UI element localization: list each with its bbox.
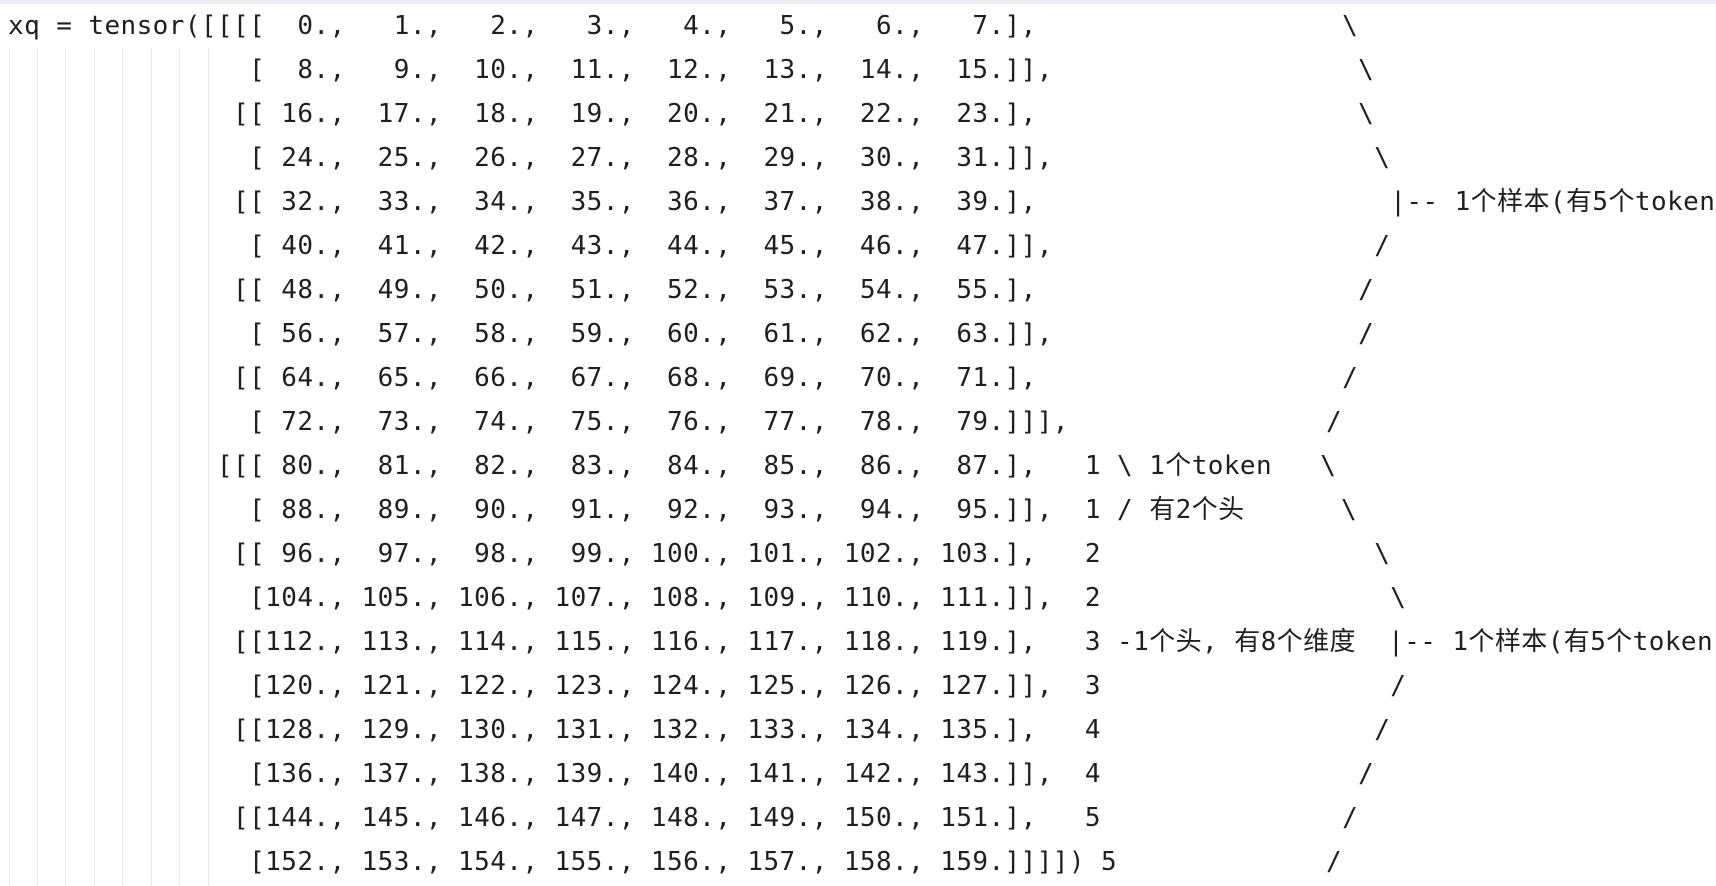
code-line[interactable]: [[112., 113., 114., 115., 116., 117., 11… [8, 620, 1716, 664]
code-line[interactable]: [[ 32., 33., 34., 35., 36., 37., 38., 39… [8, 180, 1716, 224]
code-line[interactable]: [ 72., 73., 74., 75., 76., 77., 78., 79.… [8, 400, 1342, 444]
code-line[interactable]: [[ 48., 49., 50., 51., 52., 53., 54., 55… [8, 268, 1374, 312]
code-line[interactable]: [[128., 129., 130., 131., 132., 133., 13… [8, 708, 1390, 752]
code-line[interactable]: [[144., 145., 146., 147., 148., 149., 15… [8, 796, 1358, 840]
code-line[interactable]: [ 8., 9., 10., 11., 12., 13., 14., 15.]]… [8, 48, 1374, 92]
code-line[interactable]: [ 24., 25., 26., 27., 28., 29., 30., 31.… [8, 136, 1390, 180]
code-line[interactable]: [136., 137., 138., 139., 140., 141., 142… [8, 752, 1374, 796]
code-editor[interactable]: xq = tensor([[[[ 0., 1., 2., 3., 4., 5.,… [0, 0, 1716, 886]
code-line[interactable]: [[ 96., 97., 98., 99., 100., 101., 102.,… [8, 532, 1390, 576]
code-line[interactable]: [120., 121., 122., 123., 124., 125., 126… [8, 664, 1406, 708]
code-line[interactable]: [152., 153., 154., 155., 156., 157., 158… [8, 840, 1342, 884]
code-line[interactable]: [ 88., 89., 90., 91., 92., 93., 94., 95.… [8, 488, 1357, 532]
code-line[interactable]: [[ 64., 65., 66., 67., 68., 69., 70., 71… [8, 356, 1358, 400]
code-line[interactable]: [[ 16., 17., 18., 19., 20., 21., 22., 23… [8, 92, 1374, 136]
code-line[interactable]: [ 56., 57., 58., 59., 60., 61., 62., 63.… [8, 312, 1374, 356]
code-line[interactable]: [[[ 80., 81., 82., 83., 84., 85., 86., 8… [8, 444, 1336, 488]
code-line[interactable]: [104., 105., 106., 107., 108., 109., 110… [8, 576, 1406, 620]
code-line[interactable]: [ 40., 41., 42., 43., 44., 45., 46., 47.… [8, 224, 1390, 268]
code-line[interactable]: xq = tensor([[[[ 0., 1., 2., 3., 4., 5.,… [8, 4, 1358, 48]
